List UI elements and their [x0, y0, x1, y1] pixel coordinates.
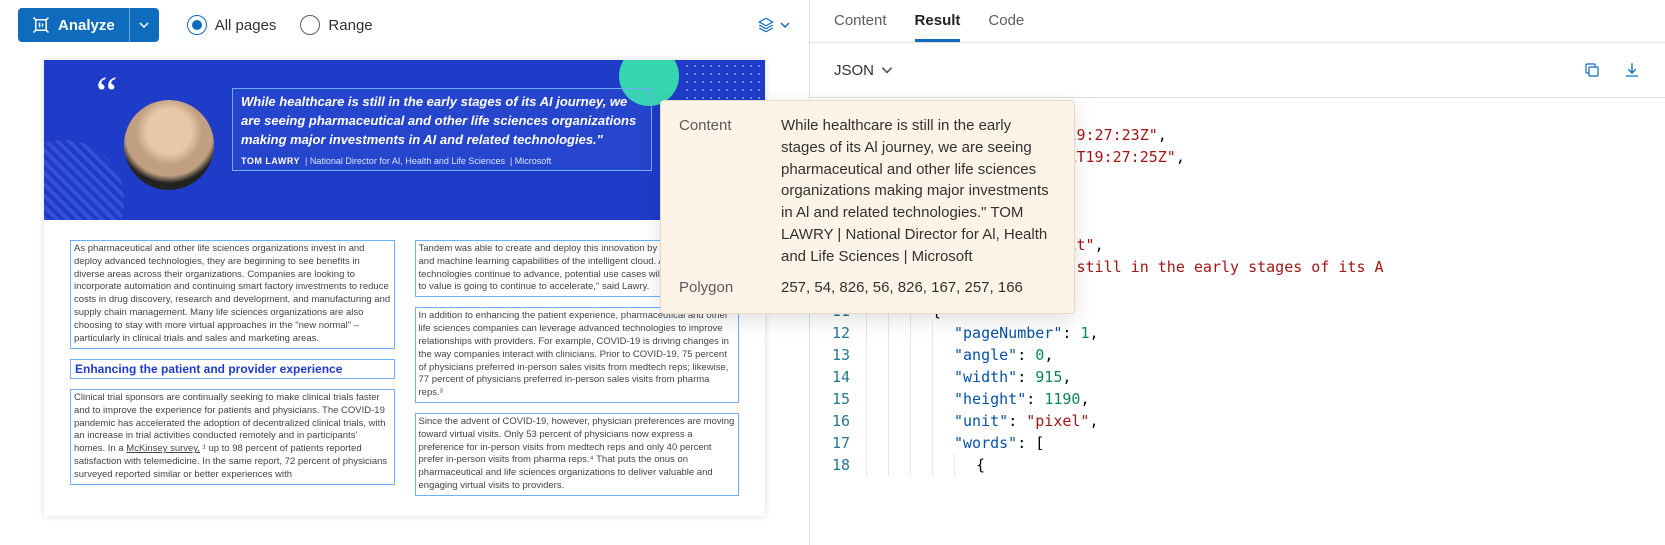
attr-org: Microsoft	[515, 156, 552, 166]
attr-name: TOM LAWRY	[241, 156, 300, 166]
quote-text: While healthcare is still in the early s…	[241, 93, 643, 150]
tooltip-content-label: Content	[679, 115, 763, 267]
text-region[interactable]: In addition to enhancing the patient exp…	[415, 307, 740, 403]
analyze-icon	[32, 16, 50, 34]
text-region[interactable]: As pharmaceutical and other life science…	[70, 240, 395, 349]
result-header: JSON	[810, 43, 1665, 97]
avatar	[124, 100, 214, 190]
chevron-down-icon	[779, 19, 791, 31]
link-text: McKinsey survey,	[126, 443, 200, 454]
page-scope-radio-group: All pages Range	[187, 15, 373, 35]
quote-region[interactable]: While healthcare is still in the early s…	[232, 88, 652, 171]
left-column: As pharmaceutical and other life science…	[70, 240, 395, 496]
radio-icon	[300, 15, 320, 35]
tab-result[interactable]: Result	[915, 12, 961, 42]
chevron-down-icon	[880, 63, 894, 77]
result-actions	[1583, 61, 1641, 79]
analyze-label: Analyze	[58, 17, 115, 34]
banner: “ While healthcare is still in the early…	[44, 60, 765, 220]
radio-icon	[187, 15, 207, 35]
analyze-button[interactable]: Analyze	[18, 8, 159, 42]
quote-attribution: TOM LAWRY | National Director for AI, He…	[241, 156, 643, 166]
document-page: “ While healthcare is still in the early…	[44, 60, 765, 516]
decorative-lines	[44, 140, 124, 220]
download-button[interactable]	[1623, 61, 1641, 79]
radio-all-pages[interactable]: All pages	[187, 15, 277, 35]
json-label: JSON	[834, 62, 874, 79]
text-region[interactable]: Clinical trial sponsors are continually …	[70, 389, 395, 485]
toolbar: Analyze All pages Range	[0, 0, 809, 50]
layers-dropdown[interactable]	[757, 16, 791, 34]
radio-label: All pages	[215, 17, 277, 34]
tooltip-polygon-label: Polygon	[679, 277, 763, 299]
attr-title: National Director for AI, Health and Lif…	[310, 156, 505, 166]
hover-tooltip: Content While healthcare is still in the…	[660, 100, 1075, 314]
text-region[interactable]: Since the advent of COVID-19, however, p…	[415, 413, 740, 496]
layers-icon	[757, 16, 775, 34]
radio-range[interactable]: Range	[300, 15, 372, 35]
tab-code[interactable]: Code	[988, 12, 1024, 42]
tabs: Content Result Code	[810, 0, 1665, 43]
heading-region[interactable]: Enhancing the patient and provider exper…	[70, 359, 395, 379]
tab-content[interactable]: Content	[834, 12, 887, 42]
json-dropdown[interactable]: JSON	[834, 62, 894, 79]
quote-mark-icon: “	[96, 84, 117, 103]
tooltip-polygon-value: 257, 54, 826, 56, 826, 167, 257, 166	[781, 277, 1056, 299]
copy-button[interactable]	[1583, 61, 1601, 79]
radio-label: Range	[328, 17, 372, 34]
document-body: As pharmaceutical and other life science…	[44, 220, 765, 516]
analyze-dropdown[interactable]	[129, 8, 159, 42]
tooltip-content-value: While healthcare is still in the early s…	[781, 115, 1056, 267]
